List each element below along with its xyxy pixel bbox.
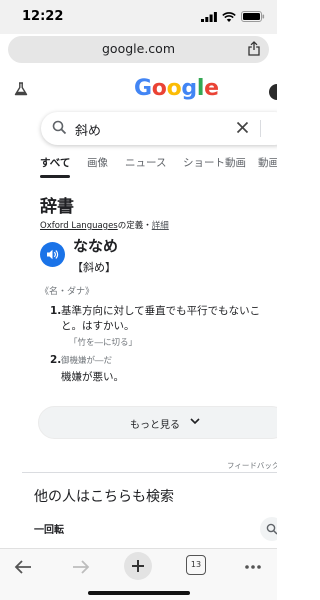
search-icon [266, 523, 277, 535]
speaker-icon [47, 249, 59, 260]
search-query[interactable]: 斜め [75, 120, 101, 139]
tab-switcher-button[interactable]: 13 [186, 555, 206, 575]
related-search-button[interactable] [260, 517, 277, 541]
dictionary-source: Oxford Languagesの定義・詳細 [40, 219, 169, 231]
pronunciation-button[interactable] [40, 242, 65, 267]
plus-icon [132, 560, 144, 572]
chevron-down-icon [190, 418, 200, 425]
dictionary-heading: 辞書 [40, 197, 74, 217]
show-more-button[interactable]: もっと見る [38, 406, 277, 439]
wifi-icon [222, 11, 236, 22]
account-avatar[interactable] [269, 84, 277, 100]
related-search-item[interactable]: 一回転 [34, 521, 64, 536]
back-button[interactable] [8, 555, 38, 581]
dictionary-word: ななめ [73, 237, 119, 255]
logo-letter: G [134, 76, 152, 101]
search-icon [52, 120, 67, 135]
logo-letter: g [181, 76, 197, 101]
home-indicator [88, 591, 190, 595]
definition-text-line2: と。はすかい。 [61, 320, 135, 332]
back-arrow-icon [14, 560, 31, 574]
google-logo[interactable]: Google [134, 76, 219, 101]
logo-letter: o [151, 76, 167, 101]
related-searches-title: 他の人はこちらも検索 [34, 489, 174, 505]
tab-images[interactable]: 画像 [87, 155, 108, 170]
logo-letter: e [204, 76, 219, 101]
part-of-speech: 《名・ダナ》 [40, 287, 95, 297]
status-bar: 12:22 [0, 0, 277, 34]
forward-arrow-icon [73, 560, 90, 574]
url-text[interactable]: google.com [8, 41, 269, 56]
battery-icon [241, 11, 265, 22]
status-time: 12:22 [22, 9, 64, 24]
definition-number: 1. [50, 305, 62, 317]
definition-text: 機嫌が悪い。 [61, 371, 124, 383]
address-bar[interactable]: google.com [8, 36, 269, 63]
definition-example: 「竹を―に切る」 [69, 338, 138, 348]
status-icons [201, 11, 265, 22]
tab-all[interactable]: すべて [40, 155, 70, 170]
labs-flask-icon[interactable] [14, 82, 28, 96]
dictionary-kanji: 【斜め】 [72, 261, 116, 274]
search-divider [260, 120, 261, 137]
details-link[interactable]: 詳細 [152, 221, 169, 231]
definition-note: 御機嫌が―だ [61, 356, 113, 366]
source-suffix: の定義・ [117, 221, 152, 231]
forward-button[interactable] [66, 555, 96, 581]
share-icon[interactable] [248, 41, 260, 56]
new-tab-button[interactable] [124, 552, 152, 580]
search-results-page: Google 斜め すべて 画像 ニュース ショート動画 動画 辞書 Oxfor… [0, 70, 277, 548]
tab-videos[interactable]: 動画 [258, 155, 277, 170]
more-dots-icon [245, 565, 261, 569]
search-tabs: すべて 画像 ニュース ショート動画 動画 [0, 155, 277, 179]
definition-text-line1: 基準方向に対して垂直でも平行でもないこ [61, 305, 261, 317]
browser-toolbar: 13 [0, 548, 277, 600]
more-menu-button[interactable] [238, 555, 268, 581]
tab-short-videos[interactable]: ショート動画 [183, 155, 246, 170]
oxford-languages-link[interactable]: Oxford Languages [40, 221, 118, 231]
search-box[interactable]: 斜め [41, 112, 277, 145]
tab-news[interactable]: ニュース [125, 155, 166, 170]
show-more-label: もっと見る [130, 420, 180, 431]
active-tab-indicator [40, 175, 70, 178]
clear-icon[interactable] [236, 121, 249, 134]
feedback-link[interactable]: フィードバック [227, 460, 277, 471]
logo-letter: o [166, 76, 182, 101]
definition-number: 2. [50, 354, 62, 366]
signal-icon [201, 11, 217, 22]
section-divider [22, 472, 277, 473]
